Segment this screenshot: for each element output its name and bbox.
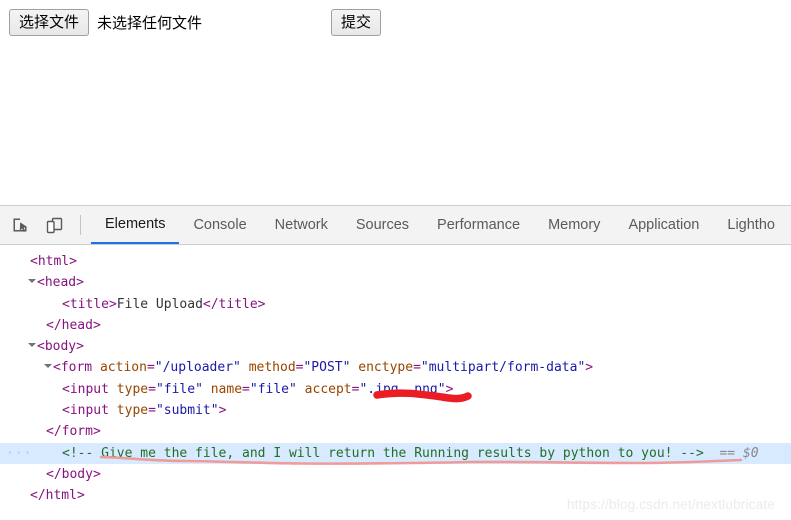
input-file-accept-attr-name: accept — [304, 381, 352, 397]
title-text: File Upload — [116, 296, 203, 312]
page-viewport: 选择文件 未选择任何文件 提交 — [0, 0, 791, 205]
choose-file-button[interactable]: 选择文件 — [9, 9, 90, 36]
tab-lighthouse[interactable]: Lightho — [713, 206, 789, 244]
input-file-type-attr-value: "file" — [155, 381, 203, 397]
tag-head-open: <head> — [37, 275, 84, 291]
dom-line-html-open[interactable]: <html> — [0, 251, 791, 272]
dom-line-form-close[interactable]: </form> — [0, 421, 791, 442]
input-submit-type-attr-value: "submit" — [155, 403, 219, 419]
form-method-attr-value: "POST" — [303, 360, 351, 376]
devtools-panel: Elements Console Network Sources Perform… — [0, 205, 791, 520]
device-toolbar-icon[interactable] — [40, 211, 68, 239]
form-open-bracket-close: > — [585, 360, 594, 376]
html-comment-text: <!-- Give me the file, and I will return… — [62, 445, 704, 461]
tag-input-submit: <input — [62, 403, 109, 419]
expand-triangle-body-icon[interactable] — [28, 343, 36, 348]
tag-title-close: </title> — [202, 296, 266, 312]
tag-form-open: <form — [53, 360, 93, 376]
form-method-attr-name: method — [248, 360, 296, 376]
upload-form: 选择文件 未选择任何文件 — [9, 9, 202, 36]
tag-html-close: </html> — [30, 488, 85, 504]
tag-input-file: <input — [62, 381, 109, 397]
tab-sources[interactable]: Sources — [342, 206, 423, 244]
tab-network[interactable]: Network — [261, 206, 342, 244]
dom-line-body-open[interactable]: <body> — [0, 336, 791, 357]
watermark-text: https://blog.csdn.net/nextlubricate — [566, 497, 775, 512]
tag-head-close: </head> — [46, 317, 101, 333]
form-action-attr-value: "/uploader" — [154, 360, 241, 376]
form-action-attr-name: action — [99, 360, 147, 376]
tag-form-close: </form> — [46, 424, 101, 440]
tab-elements[interactable]: Elements — [91, 206, 180, 244]
form-enctype-attr-value: "multipart/form-data" — [420, 360, 586, 376]
input-submit-type-attr-name: type — [116, 403, 149, 419]
input-file-name-attr-value: "file" — [249, 381, 297, 397]
selected-node-ref: == $0 — [719, 445, 759, 461]
dom-line-head-open[interactable]: <head> — [0, 272, 791, 293]
input-file-type-attr-name: type — [116, 381, 149, 397]
tab-memory[interactable]: Memory — [534, 206, 614, 244]
dom-line-input-submit[interactable]: <input type="submit"> — [0, 400, 791, 421]
truncation-ellipsis-marker: ··· — [6, 445, 33, 461]
dom-line-title[interactable]: <title>File Upload</title> — [0, 294, 791, 315]
dom-tree[interactable]: <html> <head> <title>File Upload</title>… — [0, 245, 791, 507]
expand-triangle-head-icon[interactable] — [28, 279, 36, 284]
tag-body-close: </body> — [46, 466, 101, 482]
dom-line-head-close[interactable]: </head> — [0, 315, 791, 336]
input-submit-bracket-close: > — [218, 403, 227, 419]
input-file-name-attr-name: name — [210, 381, 243, 397]
input-file-accept-attr-value: ".jpg,.png" — [359, 381, 446, 397]
form-enctype-attr-name: enctype — [358, 360, 414, 376]
file-selection-status: 未选择任何文件 — [97, 14, 203, 32]
submit-button[interactable]: 提交 — [331, 9, 382, 36]
dom-line-input-file[interactable]: <input type="file" name="file" accept=".… — [0, 379, 791, 400]
input-file-bracket-close: > — [445, 381, 454, 397]
dom-line-comment[interactable]: ··· <!-- Give me the file, and I will re… — [0, 442, 791, 464]
toolbar-divider — [80, 215, 81, 235]
tab-performance[interactable]: Performance — [423, 206, 534, 244]
dom-line-body-close[interactable]: </body> — [0, 464, 791, 485]
tag-title-open: <title> — [62, 296, 117, 312]
tag-body-open: <body> — [37, 339, 84, 355]
tab-console[interactable]: Console — [179, 206, 260, 244]
dom-line-form-open[interactable]: <form action="/uploader" method="POST" e… — [0, 357, 791, 378]
tab-application[interactable]: Application — [614, 206, 713, 244]
tag-html-open: <html> — [30, 254, 77, 269]
inspect-element-icon[interactable] — [6, 211, 34, 239]
devtools-toolbar: Elements Console Network Sources Perform… — [0, 206, 791, 245]
expand-triangle-form-icon[interactable] — [44, 364, 52, 369]
devtools-tab-bar: Elements Console Network Sources Perform… — [91, 206, 791, 244]
